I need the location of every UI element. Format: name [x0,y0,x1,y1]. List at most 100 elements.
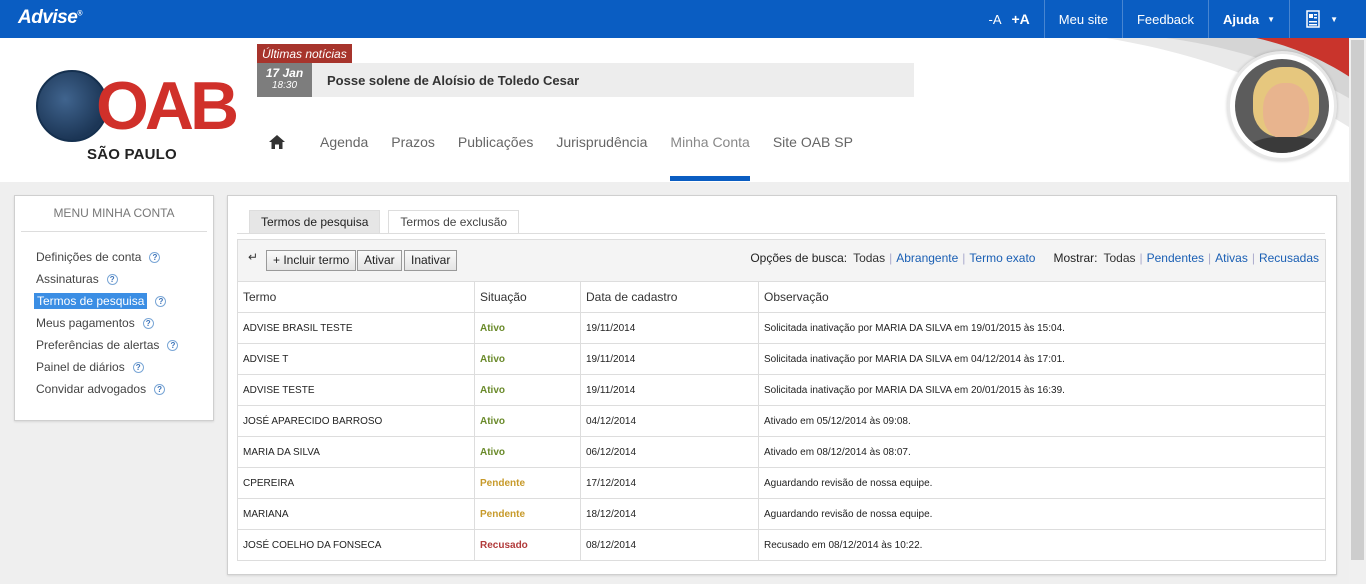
table-row[interactable]: ADVISE BRASIL TESTE Ativo 19/11/2014 Sol… [237,312,1326,344]
show-option-ativas[interactable]: Ativas [1215,251,1248,265]
header: OAB SÃO PAULO Últimas notícias 17 Jan 18… [0,38,1366,182]
nav-agenda[interactable]: Agenda [320,132,368,182]
sidebar-item-alertas[interactable]: Preferências de alertas? [36,334,213,356]
help-icon[interactable]: ? [142,317,154,329]
help-icon[interactable]: ? [154,383,166,395]
meu-site-link[interactable]: Meu site [1043,0,1122,38]
term-cell: ADVISE BRASIL TESTE [237,312,475,344]
term-cell: CPEREIRA [237,467,475,499]
term-cell: MARIANA [237,498,475,530]
table-row[interactable]: CPEREIRA Pendente 17/12/2014 Aguardando … [237,467,1326,499]
column-header-situacao[interactable]: Situação [474,281,581,313]
help-icon[interactable]: ? [155,295,167,307]
sidebar-item-diarios[interactable]: Painel de diários? [36,356,213,378]
table-row[interactable]: ADVISE T Ativo 19/11/2014 Solicitada ina… [237,343,1326,375]
show-option-recusadas[interactable]: Recusadas [1259,251,1319,265]
table-row[interactable]: JOSÉ COELHO DA FONSECA Recusado 08/12/20… [237,529,1326,561]
note-cell: Solicitada inativação por MARIA DA SILVA… [758,343,1326,375]
activate-button[interactable]: Ativar [357,250,402,271]
top-right-menu: -A +A Meu site Feedback Ajuda ▼ ▼ [989,0,1353,38]
add-term-button[interactable]: + Incluir termo [266,250,357,271]
show-label: Mostrar: [1053,251,1098,265]
column-header-observacao[interactable]: Observação [758,281,1326,313]
search-terms-panel: Termos de pesquisa Termos de exclusão ↵ … [227,195,1337,575]
note-cell: Recusado em 08/12/2014 às 10:22. [758,529,1326,561]
latest-news-label: Últimas notícias [257,44,352,64]
page-scrollbar[interactable] [1349,38,1366,584]
date-cell: 04/12/2014 [580,405,759,437]
news-time: 18:30 [271,80,298,91]
sidebar-item-definicoes[interactable]: Definições de conta? [36,246,213,268]
ajuda-label: Ajuda [1223,11,1260,27]
date-cell: 19/11/2014 [580,343,759,375]
term-cell: MARIA DA SILVA [237,436,475,468]
contact-card-icon [1306,10,1320,28]
account-menu[interactable]: ▼ [1289,0,1352,38]
table-header: Termo Situação Data de cadastro Observaç… [237,281,1326,313]
help-icon[interactable]: ? [132,361,144,373]
date-cell: 18/12/2014 [580,498,759,530]
font-size-controls: -A +A [989,0,1044,38]
advise-logo[interactable]: Advise® [18,7,82,29]
status-cell: Pendente [474,498,581,530]
search-option-todas[interactable]: Todas [853,251,885,265]
date-cell: 19/11/2014 [580,312,759,344]
date-cell: 19/11/2014 [580,374,759,406]
news-date: 17 Jan [265,66,304,80]
nav-jurisprudencia[interactable]: Jurisprudência [556,132,647,182]
oab-sp-logo[interactable]: OAB SÃO PAULO [32,66,239,166]
filters: Opções de busca: Todas | Abrangente | Te… [750,251,1319,265]
help-icon[interactable]: ? [167,339,179,351]
caret-down-icon: ▼ [1267,14,1276,24]
nav-site-oab-sp[interactable]: Site OAB SP [773,132,853,182]
search-option-termo-exato[interactable]: Termo exato [969,251,1035,265]
nav-publicacoes[interactable]: Publicações [458,132,534,182]
search-terms-table: Termo Situação Data de cadastro Observaç… [237,281,1326,561]
help-icon[interactable]: ? [149,251,161,263]
column-header-data[interactable]: Data de cadastro [580,281,759,313]
table-row[interactable]: MARIA DA SILVA Ativo 06/12/2014 Ativado … [237,436,1326,468]
oab-logo-text: OAB [96,68,239,144]
sidebar-item-pagamentos[interactable]: Meus pagamentos? [36,312,213,334]
caret-down-icon: ▼ [1330,14,1338,24]
news-headline[interactable]: Posse solene de Aloísio de Toledo Cesar [327,73,579,88]
select-arrow-icon[interactable]: ↵ [248,250,258,264]
term-cell: ADVISE TESTE [237,374,475,406]
sidebar-item-convidar[interactable]: Convidar advogados? [36,378,213,400]
show-option-pendentes[interactable]: Pendentes [1147,251,1204,265]
note-cell: Ativado em 08/12/2014 às 08:07. [758,436,1326,468]
ajuda-menu[interactable]: Ajuda ▼ [1208,0,1289,38]
deactivate-button[interactable]: Inativar [404,250,458,271]
home-icon [269,135,285,149]
show-option-todas[interactable]: Todas [1103,251,1135,265]
font-increase-button[interactable]: +A [1012,11,1030,27]
home-link[interactable] [268,132,286,182]
tab-termos-exclusao[interactable]: Termos de exclusão [388,210,520,233]
sidebar-item-assinaturas[interactable]: Assinaturas? [36,268,213,290]
status-cell: Ativo [474,343,581,375]
table-row[interactable]: MARIANA Pendente 18/12/2014 Aguardando r… [237,498,1326,530]
help-icon[interactable]: ? [106,273,118,285]
status-cell: Ativo [474,405,581,437]
table-row[interactable]: ADVISE TESTE Ativo 19/11/2014 Solicitada… [237,374,1326,406]
tabs: Termos de pesquisa Termos de exclusão [249,210,520,233]
nav-prazos[interactable]: Prazos [391,132,435,182]
search-options-label: Opções de busca: [750,251,848,265]
main-nav: Agenda Prazos Publicações Jurisprudência… [268,132,876,182]
feedback-link[interactable]: Feedback [1121,0,1208,38]
table-row[interactable]: JOSÉ APARECIDO BARROSO Ativo 04/12/2014 … [237,405,1326,437]
tab-termos-pesquisa[interactable]: Termos de pesquisa [249,210,381,233]
news-ticker[interactable]: 17 Jan 18:30 Posse solene de Aloísio de … [257,63,914,97]
search-option-abrangente[interactable]: Abrangente [896,251,958,265]
user-avatar[interactable] [1227,51,1337,161]
font-decrease-button[interactable]: -A [989,12,1002,27]
column-header-termo[interactable]: Termo [237,281,475,313]
date-cell: 06/12/2014 [580,436,759,468]
nav-minha-conta[interactable]: Minha Conta [670,132,751,182]
account-menu-panel: MENU MINHA CONTA Definições de conta? As… [14,195,214,421]
toolbar: ↵ + Incluir termo Ativar Inativar Opções… [237,239,1326,281]
scrollbar-thumb[interactable] [1351,40,1364,560]
status-cell: Recusado [474,529,581,561]
term-cell: JOSÉ COELHO DA FONSECA [237,529,475,561]
sidebar-item-termos[interactable]: Termos de pesquisa? [34,290,213,312]
